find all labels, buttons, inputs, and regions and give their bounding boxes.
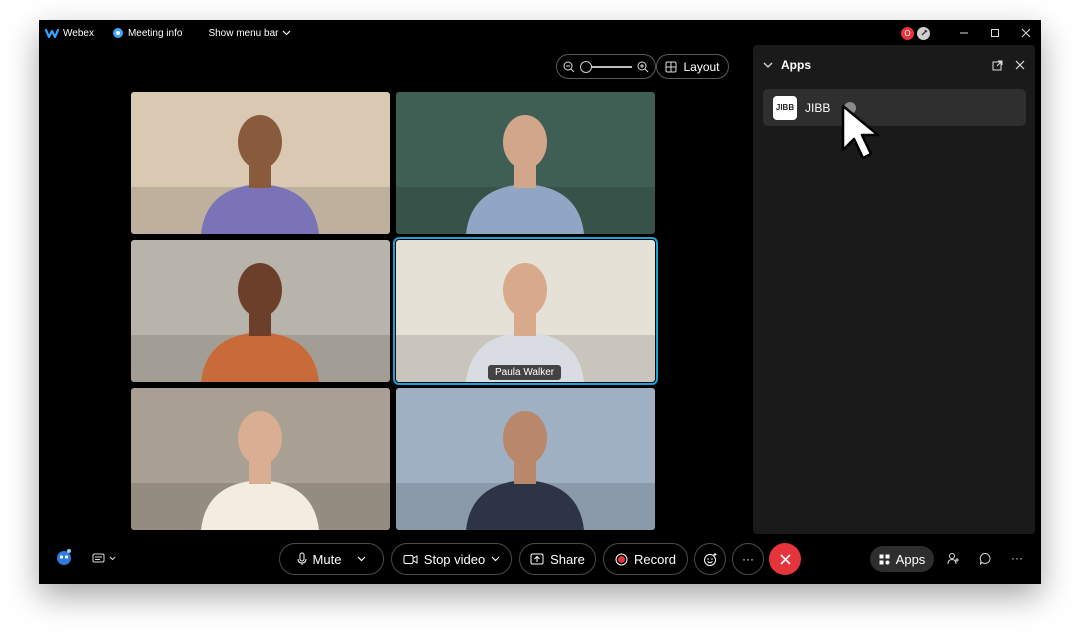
captions-icon <box>92 553 105 562</box>
collapse-chevron-icon[interactable] <box>763 62 773 69</box>
participant-video <box>396 92 655 234</box>
record-label: Record <box>634 551 676 567</box>
zoom-slider-thumb[interactable] <box>580 60 592 73</box>
participant-video <box>131 92 390 234</box>
chevron-down-icon[interactable] <box>491 556 500 562</box>
overflow-menu-button[interactable]: ··· <box>1008 550 1026 566</box>
emoji-icon <box>703 552 716 566</box>
mute-button[interactable]: Mute <box>279 543 384 575</box>
zoom-control[interactable] <box>556 54 656 79</box>
webex-logo-icon <box>45 28 59 38</box>
zoom-in-icon[interactable] <box>637 61 649 73</box>
apps-grid-icon <box>879 554 890 564</box>
stop-video-label: Stop video <box>423 551 486 567</box>
show-menu-bar-button[interactable]: Show menu bar <box>208 28 291 39</box>
webex-app-label[interactable]: Webex <box>45 28 94 39</box>
apps-panel-title: Apps <box>781 58 811 72</box>
chat-icon <box>979 552 990 565</box>
notification-badge[interactable]: O <box>901 26 914 40</box>
close-panel-icon[interactable] <box>1015 60 1025 70</box>
zoom-out-icon[interactable] <box>563 61 575 73</box>
participant-video-tile[interactable] <box>131 92 390 234</box>
maximize-button[interactable] <box>979 20 1010 46</box>
participant-video <box>396 240 655 382</box>
zoom-slider[interactable] <box>580 60 632 73</box>
participant-video <box>131 388 390 530</box>
overflow-menu-label: ··· <box>1011 551 1023 565</box>
participant-video-tile[interactable] <box>131 240 390 382</box>
more-options-button[interactable]: ··· <box>732 543 764 575</box>
app-name: Webex <box>63 27 94 39</box>
participant-video <box>131 240 390 382</box>
minimize-button[interactable] <box>948 20 979 46</box>
layout-button[interactable]: Layout <box>656 54 729 79</box>
chevron-down-icon <box>283 30 291 36</box>
record-icon <box>615 553 628 565</box>
chevron-down-icon <box>109 556 116 560</box>
share-button[interactable]: Share <box>519 543 596 575</box>
apps-panel-header: Apps <box>763 57 1025 73</box>
layout-label: Layout <box>683 59 720 74</box>
share-label: Share <box>550 551 585 567</box>
participants-button[interactable] <box>945 550 961 566</box>
captions-button[interactable] <box>89 550 119 566</box>
chevron-down-icon[interactable] <box>357 556 366 562</box>
mouse-pointer-icon <box>841 104 880 160</box>
title-bar: Webex Meeting info Show menu bar O <box>39 20 1041 46</box>
participant-video <box>396 388 655 530</box>
minimize-icon <box>959 32 968 34</box>
participant-video-tile[interactable]: Paula Walker <box>393 237 658 385</box>
apps-toolbar-label: Apps <box>895 551 926 567</box>
share-screen-icon <box>530 553 544 565</box>
microphone-icon <box>297 552 307 565</box>
mute-label: Mute <box>312 551 342 567</box>
jibb-logo: JIBB <box>773 95 797 120</box>
participant-video-tile[interactable] <box>396 388 655 530</box>
close-window-button[interactable] <box>1010 20 1041 46</box>
show-menu-bar-label: Show menu bar <box>208 27 279 39</box>
maximize-icon <box>990 29 999 37</box>
leave-meeting-button[interactable] <box>769 543 801 575</box>
app-item-label: JIBB <box>805 100 831 115</box>
webex-meeting-window: Webex Meeting info Show menu bar O Layou… <box>39 20 1041 584</box>
participants-icon <box>947 552 959 564</box>
reactions-button[interactable] <box>694 543 726 575</box>
stop-video-button[interactable]: Stop video <box>391 543 512 575</box>
meeting-info-button[interactable]: Meeting info <box>112 27 182 39</box>
apps-toolbar-button[interactable]: Apps <box>870 546 934 572</box>
chat-button[interactable] <box>977 550 993 566</box>
pop-out-icon[interactable] <box>992 60 1003 71</box>
close-icon <box>1021 28 1030 38</box>
settings-badge-icon[interactable] <box>917 26 930 40</box>
meeting-info-icon <box>112 28 123 38</box>
layout-grid-icon <box>665 61 677 72</box>
participant-video-tile[interactable] <box>131 388 390 530</box>
webex-assistant-icon[interactable] <box>54 547 74 567</box>
meeting-info-label: Meeting info <box>127 27 183 39</box>
participant-name-tag: Paula Walker <box>488 365 562 380</box>
close-icon <box>779 553 791 565</box>
more-options-label: ··· <box>742 552 754 566</box>
video-camera-icon <box>403 554 418 564</box>
participant-video-tile[interactable] <box>396 92 655 234</box>
record-button[interactable]: Record <box>603 543 688 575</box>
